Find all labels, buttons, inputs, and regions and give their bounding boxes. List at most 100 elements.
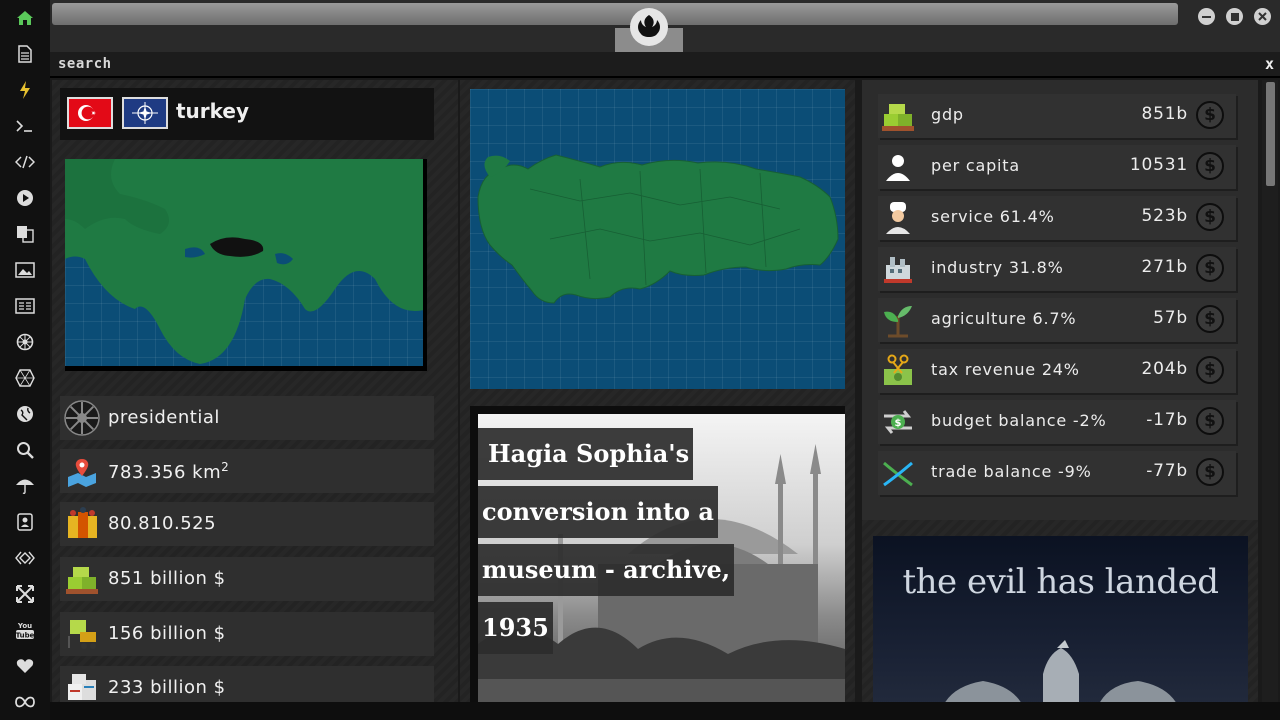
area-value: 783.356 km2 bbox=[108, 460, 230, 483]
stat-value: -17b bbox=[1146, 410, 1188, 430]
gdp-row[interactable]: 851 billion $ bbox=[60, 557, 434, 601]
stat-row-6[interactable]: 233 billion $ bbox=[60, 666, 434, 702]
stat-row-trade-balance[interactable]: trade balance -9% -77b $ bbox=[878, 451, 1236, 495]
bottom-bar bbox=[50, 702, 1280, 720]
contact-icon[interactable] bbox=[13, 510, 37, 534]
lightning-icon[interactable] bbox=[13, 78, 37, 102]
news-photo[interactable]: Hagia Sophia's conversion into a museum … bbox=[478, 414, 845, 702]
code-icon[interactable] bbox=[13, 150, 37, 174]
world-map[interactable] bbox=[65, 159, 427, 371]
country-name: turkey bbox=[176, 99, 250, 123]
document-icon[interactable] bbox=[13, 42, 37, 66]
diamond-icon[interactable] bbox=[13, 546, 37, 570]
stat-row-5[interactable]: 156 billion $ bbox=[60, 612, 434, 656]
address-bar[interactable] bbox=[52, 3, 1178, 25]
population-row[interactable]: 80.810.525 bbox=[60, 502, 434, 546]
stat-label: agriculture 6.7% bbox=[931, 309, 1077, 328]
dollar-icon[interactable]: $ bbox=[1196, 203, 1224, 231]
search-icon[interactable] bbox=[13, 438, 37, 462]
stat-label: gdp bbox=[931, 105, 964, 124]
globe-icon[interactable] bbox=[13, 402, 37, 426]
government-row[interactable]: presidential bbox=[60, 396, 434, 440]
heart-icon[interactable] bbox=[13, 654, 37, 678]
search-label[interactable]: search bbox=[58, 56, 112, 72]
dollar-icon[interactable]: $ bbox=[1196, 458, 1224, 486]
image-icon[interactable] bbox=[13, 258, 37, 282]
exchange-icon: $ bbox=[880, 404, 916, 440]
population-icon bbox=[64, 506, 100, 542]
stat-label: tax revenue 24% bbox=[931, 360, 1080, 379]
stat-row-gdp[interactable]: gdp 851b $ bbox=[878, 94, 1236, 138]
economy-stats: gdp 851b $ per capita 10531 $ service 61… bbox=[862, 80, 1258, 520]
dollar-icon[interactable]: $ bbox=[1196, 254, 1224, 282]
rebel-alliance-icon[interactable] bbox=[630, 8, 668, 46]
stat-value-6: 233 billion $ bbox=[108, 677, 226, 698]
stat-row-budget-balance[interactable]: $ budget balance -2% -17b $ bbox=[878, 400, 1236, 444]
play-icon[interactable] bbox=[13, 186, 37, 210]
home-icon[interactable] bbox=[13, 6, 37, 30]
government-type: presidential bbox=[108, 407, 220, 428]
shuffle-icon[interactable] bbox=[13, 582, 37, 606]
dollar-icon[interactable]: $ bbox=[1196, 152, 1224, 180]
map-pin-icon bbox=[64, 453, 100, 489]
factory-icon bbox=[880, 251, 916, 287]
stat-label: industry 31.8% bbox=[931, 258, 1064, 277]
stat-value: 10531 bbox=[1129, 155, 1188, 175]
stat-row-tax-revenue[interactable]: tax revenue 24% 204b $ bbox=[878, 349, 1236, 393]
population-value: 80.810.525 bbox=[108, 513, 217, 534]
stat-row-per-capita[interactable]: per capita 10531 $ bbox=[878, 145, 1236, 189]
newspaper-icon[interactable] bbox=[13, 294, 37, 318]
maximize-button[interactable] bbox=[1226, 8, 1243, 25]
boxes-icon bbox=[64, 670, 100, 702]
stat-value: 204b bbox=[1141, 359, 1188, 379]
forklift-money-icon bbox=[64, 616, 100, 652]
news-headline-line-1: Hagia Sophia's bbox=[478, 428, 694, 480]
area-row[interactable]: 783.356 km2 bbox=[60, 449, 434, 493]
svg-text:You: You bbox=[17, 622, 32, 630]
stat-row-service[interactable]: service 61.4% 523b $ bbox=[878, 196, 1236, 240]
eagle-statue-icon bbox=[945, 640, 1176, 702]
empire-icon[interactable] bbox=[13, 330, 37, 354]
left-rail: You Tube bbox=[0, 0, 50, 720]
news-headline-line-3: museum - archive, bbox=[478, 544, 735, 596]
youtube-icon[interactable]: You Tube bbox=[13, 618, 37, 642]
stat-label: budget balance -2% bbox=[931, 411, 1107, 430]
stat-label: per capita bbox=[931, 156, 1020, 175]
dollar-icon[interactable]: $ bbox=[1196, 101, 1224, 129]
stat-row-agriculture[interactable]: agriculture 6.7% 57b $ bbox=[878, 298, 1236, 342]
svg-text:$: $ bbox=[895, 418, 902, 429]
stat-row-industry[interactable]: industry 31.8% 271b $ bbox=[878, 247, 1236, 291]
translate-icon[interactable] bbox=[13, 222, 37, 246]
dollar-icon[interactable]: $ bbox=[1196, 356, 1224, 384]
plant-icon bbox=[880, 302, 916, 338]
money-pallet-icon bbox=[880, 98, 916, 134]
close-window-button[interactable] bbox=[1254, 8, 1271, 25]
minimize-button[interactable] bbox=[1198, 8, 1215, 25]
news-headline-line-2: conversion into a bbox=[478, 486, 718, 538]
dollar-icon[interactable]: $ bbox=[1196, 407, 1224, 435]
stat-value: 851b bbox=[1141, 104, 1188, 124]
economy-panel: gdp 851b $ per capita 10531 $ service 61… bbox=[862, 80, 1258, 702]
news-card[interactable]: Hagia Sophia's conversion into a museum … bbox=[470, 406, 845, 702]
title-bar bbox=[50, 0, 1280, 52]
terminal-icon[interactable] bbox=[13, 114, 37, 138]
stat-value: -77b bbox=[1146, 461, 1188, 481]
infinity-icon[interactable] bbox=[13, 690, 37, 714]
stat-value: 57b bbox=[1153, 308, 1188, 328]
hexagon-icon[interactable] bbox=[13, 366, 37, 390]
turkey-map[interactable] bbox=[470, 89, 845, 389]
umbrella-icon[interactable] bbox=[13, 474, 37, 498]
stat-value: 523b bbox=[1141, 206, 1188, 226]
trade-cross-icon bbox=[880, 455, 916, 491]
scrollbar-thumb[interactable] bbox=[1266, 82, 1275, 186]
country-header: turkey bbox=[60, 88, 434, 140]
government-icon bbox=[64, 400, 100, 436]
scrollbar[interactable] bbox=[1262, 80, 1278, 702]
nato-flag-icon bbox=[122, 97, 168, 129]
promo-banner[interactable]: the evil has landed bbox=[873, 536, 1248, 702]
search-bar[interactable]: search x bbox=[50, 52, 1280, 78]
chef-icon bbox=[880, 200, 916, 236]
person-icon bbox=[880, 149, 916, 185]
dollar-icon[interactable]: $ bbox=[1196, 305, 1224, 333]
close-search-button[interactable]: x bbox=[1265, 55, 1274, 73]
